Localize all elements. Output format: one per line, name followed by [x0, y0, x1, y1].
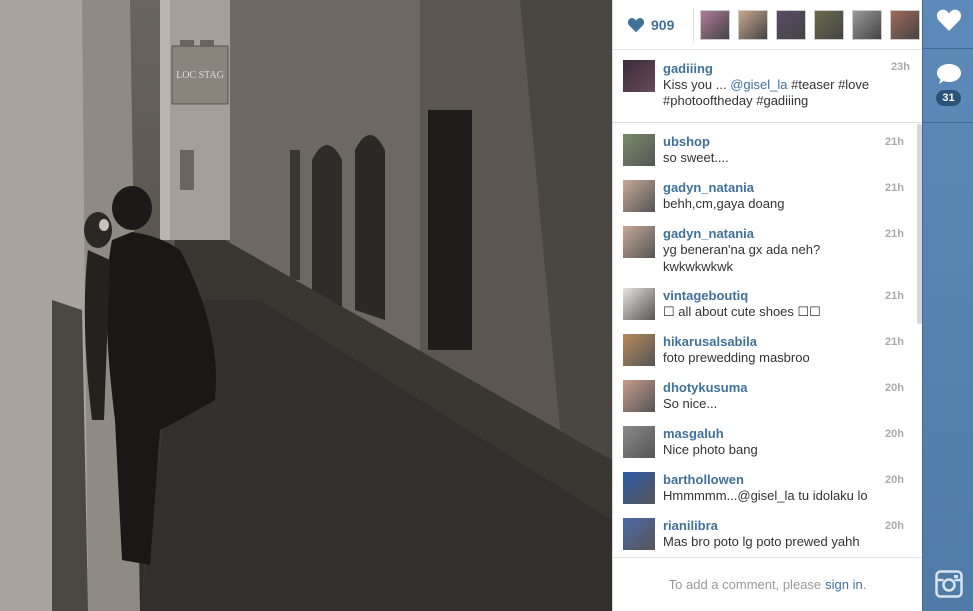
comment-count-badge: 31: [936, 90, 961, 106]
like-count-value: 909: [651, 16, 675, 33]
comment-username[interactable]: vintageboutiq: [663, 288, 906, 303]
liker-avatar[interactable]: [776, 9, 806, 40]
add-comment-text: To add a comment, please: [668, 577, 822, 592]
instagram-camera-icon: [934, 570, 963, 598]
comment-item: dhotykusuma So nice... 20h: [613, 370, 918, 416]
caption-mention[interactable]: @gisel_la: [730, 77, 787, 92]
heart-icon: [936, 9, 961, 31]
heart-icon: [627, 17, 645, 32]
post-photo: LOC STAG: [0, 0, 612, 611]
comment-item: gadyn_natania behh,cm,gaya doang 21h: [613, 170, 918, 216]
liker-avatar[interactable]: [890, 9, 920, 40]
comment-time: 20h: [885, 382, 904, 394]
comment-text: Hmmmmm...@gisel_la tu idolaku lo: [663, 488, 868, 503]
comment-time: 20h: [885, 474, 904, 486]
avatar[interactable]: [623, 60, 655, 92]
comment-item: barthollowen Hmmmmm...@gisel_la tu idolak…: [613, 462, 918, 508]
comment-time: 21h: [885, 182, 904, 194]
avatar[interactable]: [623, 288, 655, 320]
shop-sign-text: LOC STAG: [176, 70, 224, 81]
like-button[interactable]: [923, 8, 973, 32]
comment-time: 21h: [885, 228, 904, 240]
comment-button[interactable]: 31: [923, 62, 973, 106]
comment-text: behh,cm,gaya doang: [663, 196, 785, 211]
comment-text: so sweet....: [663, 150, 729, 165]
comment-item: ubshop so sweet.... 21h: [613, 124, 918, 170]
comment-username[interactable]: hikarusalsabila: [663, 334, 906, 349]
caption-username[interactable]: gadiiing: [663, 61, 912, 76]
liker-avatar[interactable]: [738, 9, 768, 40]
avatar[interactable]: [623, 472, 655, 504]
avatar[interactable]: [623, 180, 655, 212]
avatar[interactable]: [623, 518, 655, 550]
comment-text: Nice photo bang: [663, 442, 758, 457]
comment-username[interactable]: dhotykusuma: [663, 380, 906, 395]
comment-time: 20h: [885, 520, 904, 532]
caption-text-line2: #photooftheday #gadiiing: [663, 93, 809, 108]
liker-avatar[interactable]: [700, 9, 730, 40]
comment-text-line2: kwkwkwkwk: [663, 259, 734, 274]
comment-username[interactable]: masgaluh: [663, 426, 906, 441]
rail-divider: [923, 122, 973, 123]
avatar[interactable]: [623, 134, 655, 166]
liker-avatars: [700, 9, 920, 40]
comment-username[interactable]: barthollowen: [663, 472, 906, 487]
caption-text-suffix: #teaser #love: [787, 77, 870, 92]
caption-time: 23h: [891, 61, 910, 73]
add-comment-suffix: .: [862, 577, 867, 592]
avatar[interactable]: [623, 226, 655, 258]
avatar[interactable]: [623, 426, 655, 458]
comment-time: 21h: [885, 290, 904, 302]
comment-username[interactable]: rianilibra: [663, 518, 906, 533]
comment-text: So nice...: [663, 396, 718, 411]
comment-text: Mas bro poto lg poto prewed yahh: [663, 534, 860, 549]
comment-username[interactable]: gadyn_natania: [663, 226, 906, 241]
comment-text: ☐ all about cute shoes ☐☐: [663, 304, 821, 319]
comment-text: yg beneran'na gx ada neh?: [663, 242, 821, 257]
action-rail: 31: [922, 0, 973, 611]
likes-divider: [693, 7, 694, 42]
comment-username[interactable]: gadyn_natania: [663, 180, 906, 195]
comment-username[interactable]: ubshop: [663, 134, 906, 149]
add-comment-prompt: To add a comment, please sign in.: [613, 557, 922, 611]
comment-item: rianilibra Mas bro poto lg poto prewed ya…: [613, 508, 918, 554]
avatar[interactable]: [623, 334, 655, 366]
caption-text: Kiss you ... @gisel_la #teaser #love #ph…: [663, 77, 912, 109]
caption-text-prefix: Kiss you ...: [663, 77, 731, 92]
rail-divider: [923, 48, 973, 49]
comment-item: hikarusalsabila foto prewedding masbroo 21…: [613, 324, 918, 370]
comment-item: gadyn_natania yg beneran'na gx ada neh? kw…: [613, 216, 918, 278]
liker-avatar[interactable]: [852, 9, 882, 40]
comment-time: 21h: [885, 136, 904, 148]
avatar[interactable]: [623, 380, 655, 412]
comment-time: 21h: [885, 336, 904, 348]
instagram-button[interactable]: [923, 570, 973, 598]
comment-list[interactable]: ubshop so sweet.... 21h gadyn_natania behh,c…: [613, 124, 918, 556]
sign-in-link[interactable]: sign in: [825, 577, 863, 592]
comment-text: foto prewedding masbroo: [663, 350, 810, 365]
likes-bar: 909: [613, 0, 922, 50]
speech-bubble-icon: [936, 64, 961, 84]
comment-item: vintageboutiq ☐ all about cute shoes ☐☐ 21…: [613, 278, 918, 324]
like-count[interactable]: 909: [627, 17, 693, 33]
comments-panel: 909 gadiiing Kiss you ... @gisel_la #tea…: [612, 0, 922, 611]
comment-time: 20h: [885, 428, 904, 440]
comment-item: masgaluh Nice photo bang 20h: [613, 416, 918, 462]
liker-avatar[interactable]: [814, 9, 844, 40]
photo-scene: LOC STAG: [0, 0, 612, 611]
post-caption: gadiiing Kiss you ... @gisel_la #teaser …: [613, 50, 922, 123]
